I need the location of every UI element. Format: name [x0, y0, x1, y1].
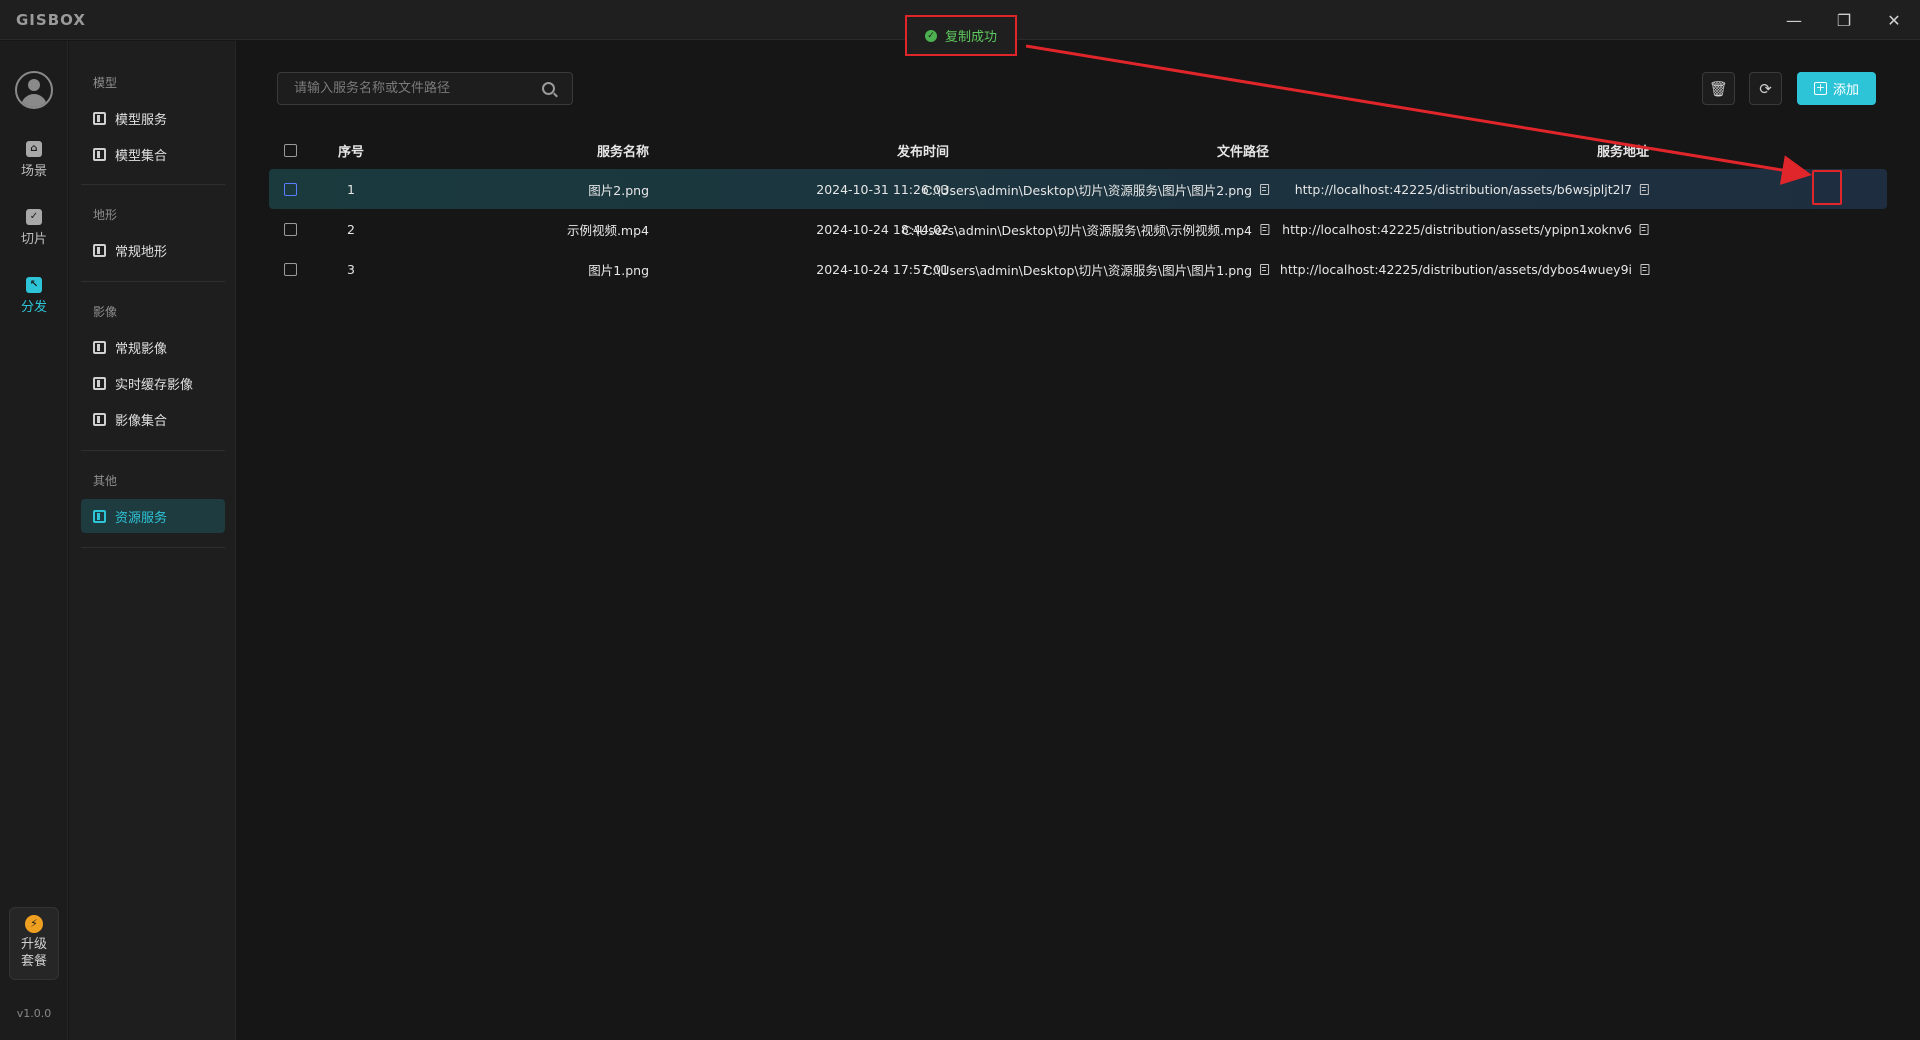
model-icon: [93, 111, 106, 125]
row-url: http://localhost:42225/distribution/asse…: [1279, 261, 1633, 277]
copy-icon[interactable]: [1640, 183, 1650, 195]
copy-icon[interactable]: [1640, 223, 1650, 235]
side-menu: 模型 模型服务 模型集合 地形 常规地形 影像 常规影像 实时缓存影像 影像集合…: [69, 41, 236, 1040]
maximize-button[interactable]: ❐: [1824, 6, 1864, 34]
imagery-icon: [93, 376, 106, 390]
copy-icon[interactable]: [1260, 183, 1270, 195]
row-path: C:\Users\admin\Desktop\切片\资源服务\图片\图片2.pn…: [923, 182, 1253, 198]
row-no: 1: [347, 181, 355, 197]
menu-item-label: 常规地形: [115, 244, 168, 260]
check-square-icon: ✓: [26, 209, 42, 225]
menu-section-title: 影像: [93, 305, 118, 319]
plus-icon: +: [1813, 81, 1827, 95]
imagery-icon: [93, 412, 106, 426]
table-row[interactable]: 3 图片1.png 2024-10-24 17:57:01 C:\Users\a…: [269, 249, 1887, 289]
menu-item-label: 实时缓存影像: [115, 377, 194, 393]
copy-icon[interactable]: [1260, 263, 1270, 275]
row-checkbox[interactable]: [283, 262, 297, 276]
add-button[interactable]: + 添加: [1797, 72, 1876, 105]
rail-item-distribution[interactable]: ↖ 分发: [0, 277, 68, 315]
row-url: http://localhost:42225/distribution/asse…: [1294, 181, 1633, 197]
avatar-head: [28, 79, 40, 91]
menu-item-label: 资源服务: [115, 510, 168, 526]
upgrade-plan-button[interactable]: ⚡ 升级 套餐: [9, 907, 59, 980]
menu-divider: [81, 184, 225, 185]
menu-section-title: 其他: [93, 474, 118, 488]
menu-item-label: 模型集合: [115, 148, 168, 164]
table-header: 序号 服务名称 发布时间 文件路径 服务地址: [269, 134, 1887, 166]
row-checkbox[interactable]: [283, 222, 297, 236]
header-no: 序号: [337, 144, 364, 160]
share-icon: ↖: [26, 277, 42, 293]
header-time: 发布时间: [896, 144, 950, 160]
header-name: 服务名称: [596, 144, 650, 160]
menu-divider: [81, 450, 225, 451]
home-icon: ⌂: [26, 141, 42, 157]
terrain-icon: [93, 243, 106, 257]
menu-item-label: 常规影像: [115, 341, 168, 357]
success-check-icon: ✓: [924, 29, 937, 42]
lightning-icon: ⚡: [25, 915, 43, 933]
minimize-button[interactable]: —: [1774, 6, 1814, 34]
rail-item-label: 切片: [20, 232, 47, 247]
header-path: 文件路径: [1216, 144, 1270, 160]
row-path: C:\Users\admin\Desktop\切片\资源服务\图片\图片1.pn…: [923, 262, 1253, 278]
avatar-body: [21, 94, 47, 107]
menu-item-realtime-cache-imagery[interactable]: 实时缓存影像: [81, 366, 225, 400]
resource-icon: [93, 509, 106, 523]
menu-divider: [81, 281, 225, 282]
row-no: 3: [347, 261, 355, 277]
menu-divider: [81, 547, 225, 548]
menu-section-title: 模型: [93, 76, 118, 90]
app-logo: GISBOX: [16, 11, 86, 29]
table-row[interactable]: 2 示例视频.mp4 2024-10-24 18:44:02 C:\Users\…: [269, 209, 1887, 249]
header-url: 服务地址: [1596, 144, 1650, 160]
imagery-icon: [93, 340, 106, 354]
refresh-button[interactable]: ⟳: [1749, 72, 1782, 105]
copy-icon[interactable]: [1640, 263, 1650, 275]
rail-item-tiles[interactable]: ✓ 切片: [0, 209, 68, 247]
add-button-label: 添加: [1832, 83, 1859, 98]
menu-item-label: 影像集合: [115, 413, 168, 429]
row-name: 图片1.png: [588, 262, 649, 278]
search-input[interactable]: [278, 73, 538, 104]
upgrade-label-line1: 升级: [20, 937, 47, 952]
copy-success-toast: ✓ 复制成功: [905, 15, 1017, 56]
menu-item-imagery[interactable]: 常规影像: [81, 330, 225, 364]
model-icon: [93, 147, 106, 161]
close-button[interactable]: ✕: [1874, 6, 1914, 34]
row-name: 图片2.png: [588, 182, 649, 198]
trash-icon: 🗑: [1708, 79, 1729, 98]
row-no: 2: [347, 221, 355, 237]
user-avatar[interactable]: [15, 71, 53, 109]
menu-item-imagery-collection[interactable]: 影像集合: [81, 402, 225, 436]
rail-item-label: 分发: [20, 300, 47, 315]
rail-item-scene[interactable]: ⌂ 场景: [0, 141, 68, 179]
search-box: [277, 72, 573, 105]
rail-item-label: 场景: [20, 164, 47, 179]
menu-item-model-service[interactable]: 模型服务: [81, 101, 225, 135]
row-checkbox[interactable]: [283, 182, 297, 196]
menu-item-model-collection[interactable]: 模型集合: [81, 137, 225, 171]
toast-text: 复制成功: [944, 30, 997, 45]
copy-icon[interactable]: [1260, 223, 1269, 235]
menu-item-resource-service[interactable]: 资源服务: [81, 499, 225, 533]
row-url: http://localhost:42225/distribution/asse…: [1282, 221, 1633, 237]
copy-highlight-box: [1812, 170, 1842, 205]
row-path: C:\Users\admin\Desktop\切片\资源服务\视频\示例视频.m…: [901, 222, 1252, 238]
row-name: 示例视频.mp4: [566, 222, 650, 238]
menu-section-title: 地形: [93, 208, 118, 222]
menu-item-label: 模型服务: [115, 112, 168, 128]
select-all-checkbox[interactable]: [283, 143, 297, 157]
refresh-icon: ⟳: [1759, 79, 1772, 98]
table-row[interactable]: 1 图片2.png 2024-10-31 11:26:03 C:\Users\a…: [269, 169, 1887, 209]
menu-item-terrain[interactable]: 常规地形: [81, 233, 225, 267]
version-label: v1.0.0: [16, 1007, 52, 1020]
left-rail: ⌂ 场景 ✓ 切片 ↖ 分发 ⚡ 升级 套餐 v1.0.0: [0, 41, 68, 1040]
search-icon[interactable]: [542, 82, 555, 95]
delete-button[interactable]: 🗑: [1702, 72, 1735, 105]
upgrade-label-line2: 套餐: [20, 954, 47, 969]
